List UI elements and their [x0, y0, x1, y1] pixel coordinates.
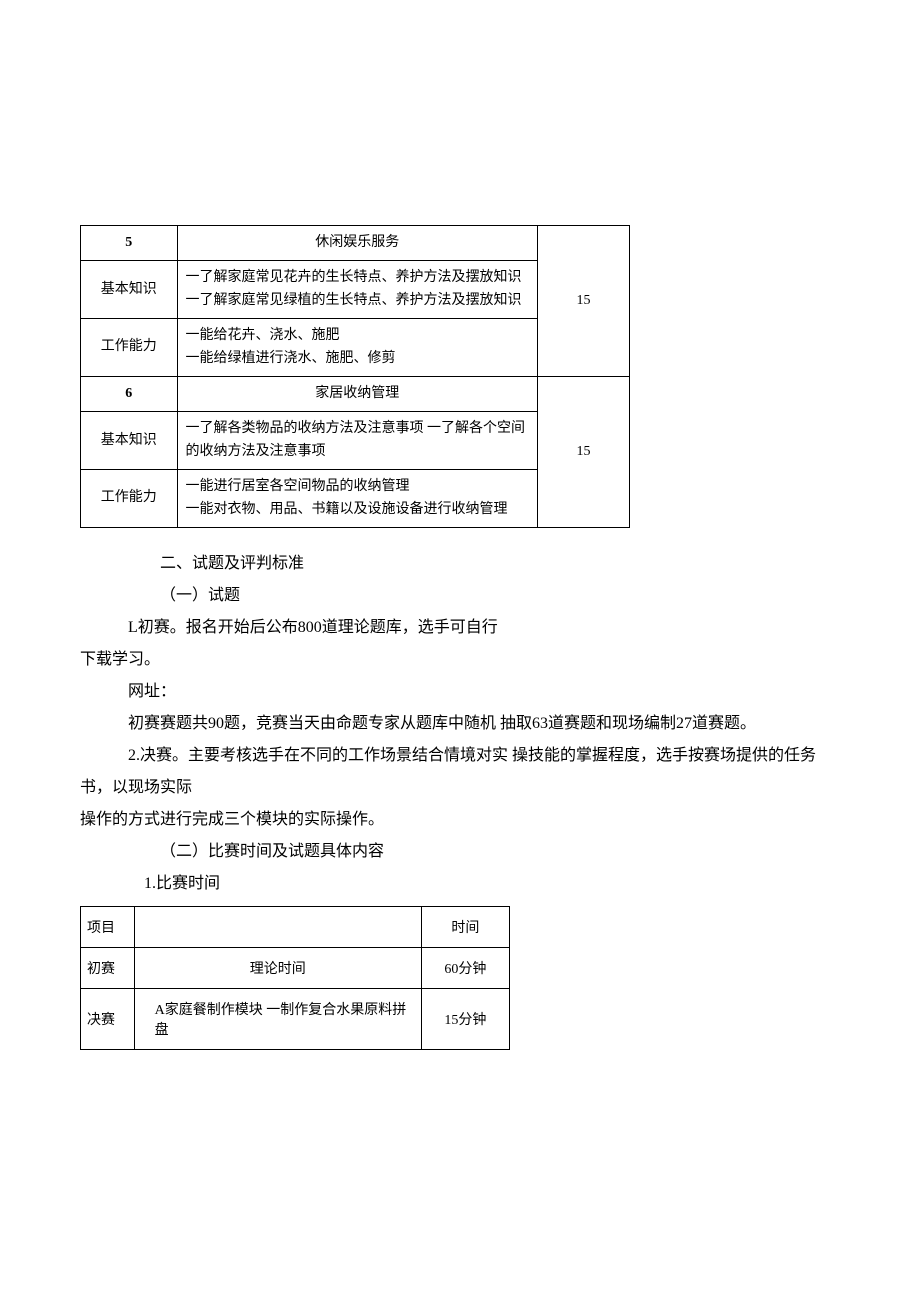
row-content: 一了解各类物品的收纳方法及注意事项 一了解各个空间的收纳方法及注意事项 — [177, 412, 538, 470]
cell: 初赛 — [81, 947, 135, 988]
heading-3: （一）试题 — [80, 580, 840, 612]
cell: 理论时间 — [134, 947, 421, 988]
row-label: 基本知识 — [81, 261, 178, 319]
section-score: 15 — [538, 226, 630, 377]
table-row: 项目 时间 — [81, 906, 510, 947]
competency-table: 5 休闲娱乐服务 15 基本知识 一了解家庭常见花卉的生长特点、养护方法及摆放知… — [80, 225, 630, 528]
paragraph: 2.决赛。主要考核选手在不同的工作场景结合情境对实 操技能的掌握程度，选手按赛场… — [80, 740, 840, 804]
header-cell: 项目 — [81, 906, 135, 947]
header-cell — [134, 906, 421, 947]
row-label: 工作能力 — [81, 319, 178, 377]
schedule-table: 项目 时间 初赛 理论时间 60分钟 决赛 A家庭餐制作模块 一制作复合水果原料… — [80, 906, 510, 1050]
section-title: 家居收纳管理 — [177, 376, 538, 411]
table-row: 决赛 A家庭餐制作模块 一制作复合水果原料拼盘 15分钟 — [81, 988, 510, 1049]
heading-4: 1.比赛时间 — [80, 868, 840, 900]
cell: 决赛 — [81, 988, 135, 1049]
row-content: 一能给花卉、浇水、施肥 一能给绿植进行浇水、施肥、修剪 — [177, 319, 538, 377]
section-number: 6 — [81, 376, 178, 411]
cell: 60分钟 — [421, 947, 509, 988]
cell: A家庭餐制作模块 一制作复合水果原料拼盘 — [134, 988, 421, 1049]
heading-2: 二、试题及评判标准 — [80, 548, 840, 580]
cell: 15分钟 — [421, 988, 509, 1049]
section-score: 15 — [538, 376, 630, 527]
table-row: 6 家居收纳管理 15 — [81, 376, 630, 411]
header-cell: 时间 — [421, 906, 509, 947]
table-row: 初赛 理论时间 60分钟 — [81, 947, 510, 988]
row-content: 一能进行居室各空间物品的收纳管理 一能对衣物、用品、书籍以及设施设备进行收纳管理 — [177, 470, 538, 528]
paragraph: 下载学习。 — [80, 644, 840, 676]
section-number: 5 — [81, 226, 178, 261]
paragraph: 操作的方式进行完成三个模块的实际操作。 — [80, 804, 840, 836]
row-content: 一了解家庭常见花卉的生长特点、养护方法及摆放知识 一了解家庭常见绿植的生长特点、… — [177, 261, 538, 319]
paragraph: 网址： — [80, 676, 840, 708]
paragraph: 初赛赛题共90题，竞赛当天由命题专家从题库中随机 抽取63道赛题和现场编制27道… — [80, 708, 840, 740]
row-label: 工作能力 — [81, 470, 178, 528]
table-row: 5 休闲娱乐服务 15 — [81, 226, 630, 261]
document-page: 5 休闲娱乐服务 15 基本知识 一了解家庭常见花卉的生长特点、养护方法及摆放知… — [0, 0, 920, 1130]
paragraph: L初赛。报名开始后公布800道理论题库，选手可自行 — [80, 612, 840, 644]
section-title: 休闲娱乐服务 — [177, 226, 538, 261]
row-label: 基本知识 — [81, 412, 178, 470]
heading-3: （二）比赛时间及试题具体内容 — [80, 836, 840, 868]
